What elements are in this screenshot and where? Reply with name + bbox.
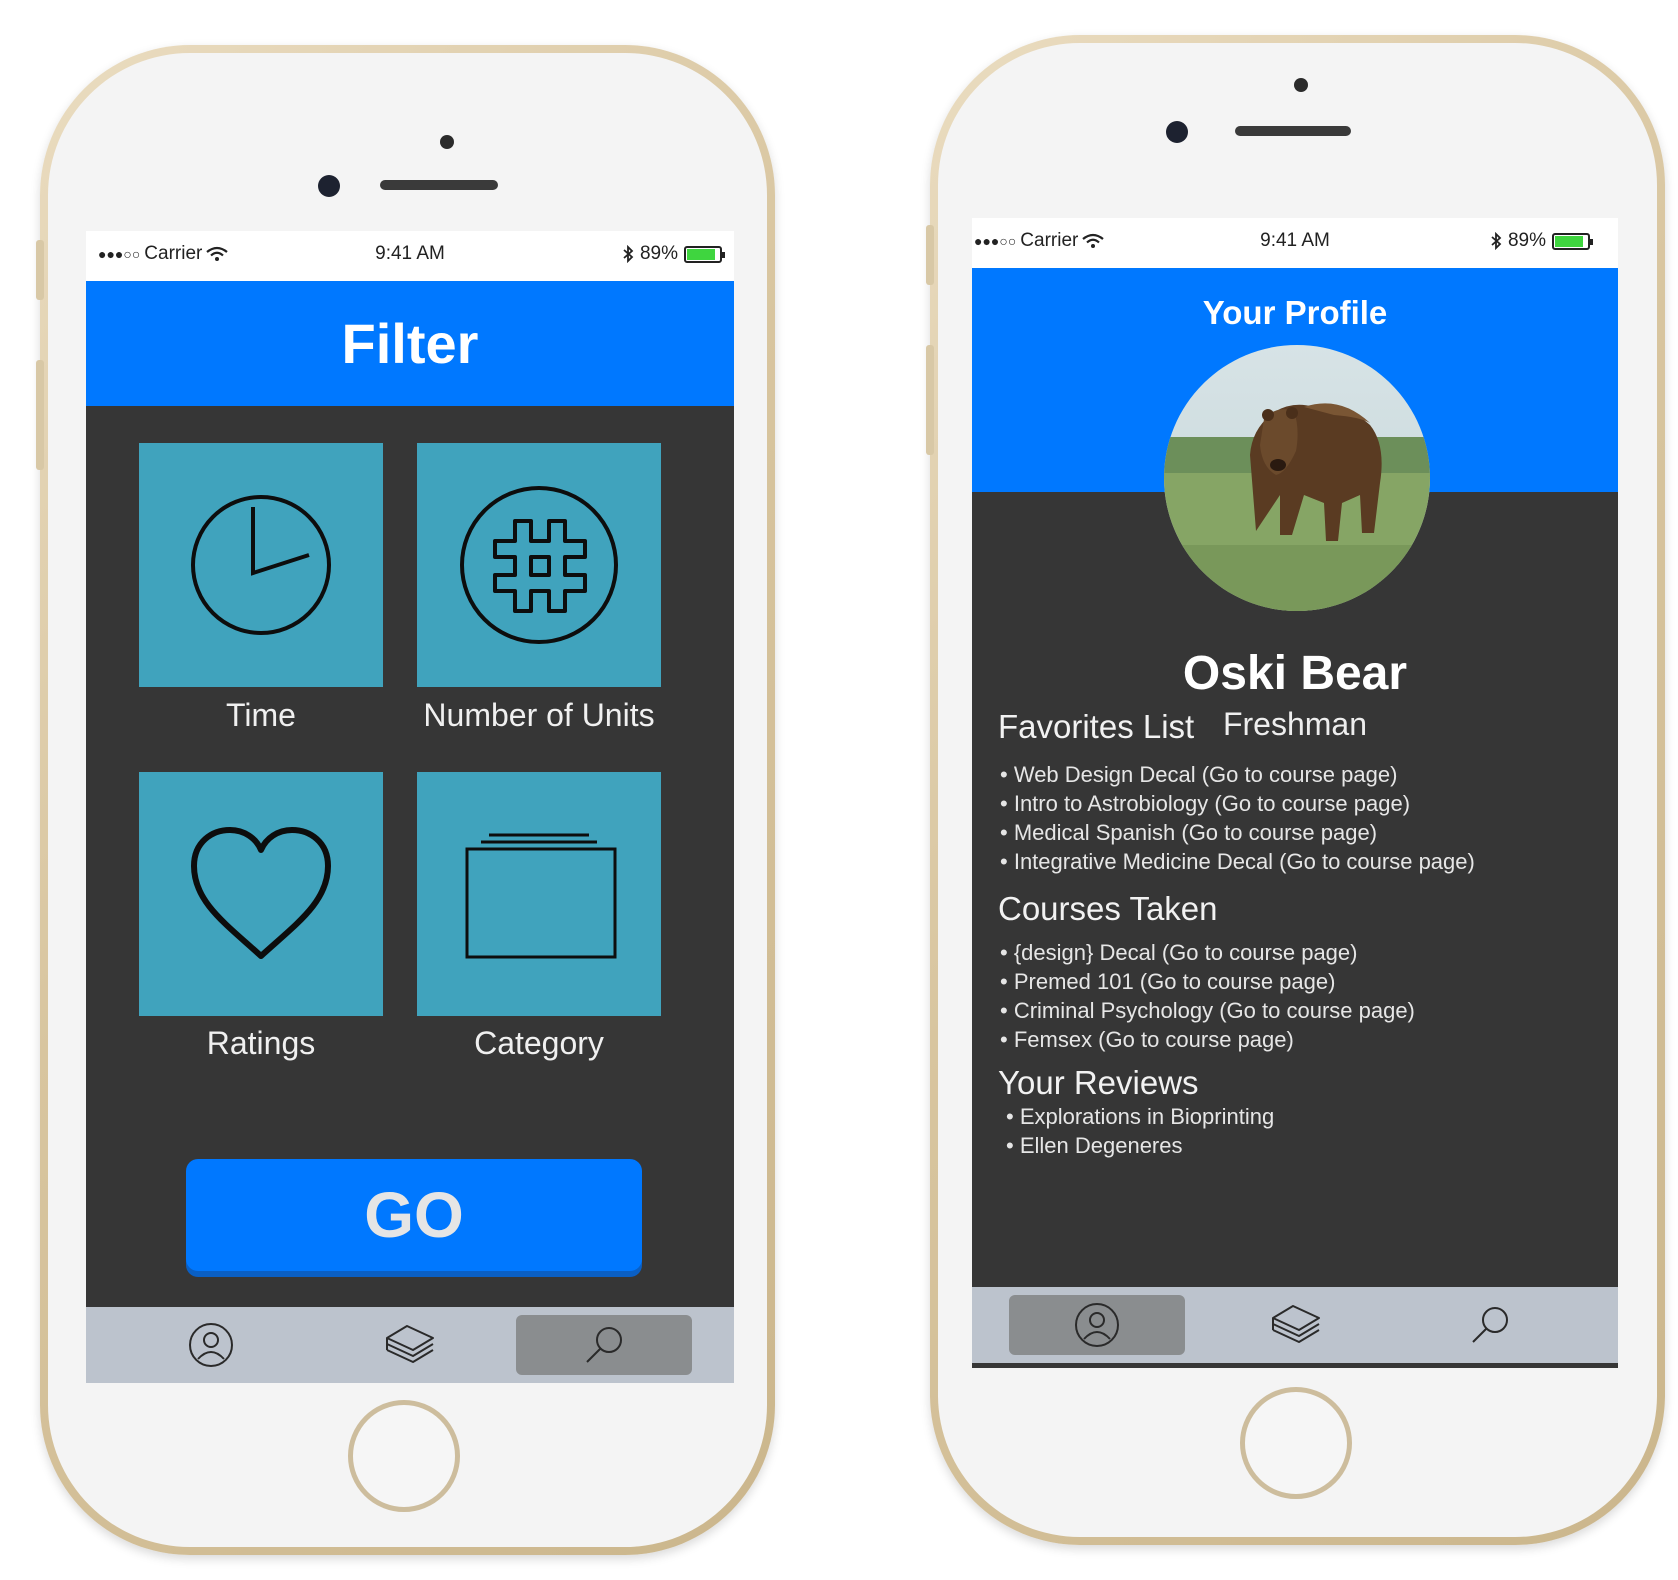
favorites-list-item[interactable]: Medical Spanish (Go to course page) [1000, 818, 1475, 847]
bear-photo [1164, 345, 1430, 611]
filter-option-ratings[interactable] [139, 772, 383, 1016]
profile-icon [189, 1323, 233, 1367]
search-icon [586, 1327, 622, 1363]
tab-search[interactable] [1402, 1295, 1578, 1355]
courses-list-item[interactable]: Femsex (Go to course page) [1000, 1025, 1415, 1054]
status-bar: ●●●○○ Carrier 9:41 AM 89% [972, 218, 1618, 268]
proximity-sensor [1294, 78, 1308, 92]
courses-list-item[interactable]: Premed 101 (Go to course page) [1000, 967, 1415, 996]
side-button [926, 345, 934, 455]
tab-profile[interactable] [123, 1315, 299, 1375]
reviews-list-item[interactable]: Explorations in Bioprinting [1006, 1102, 1274, 1131]
go-button[interactable]: GO [186, 1159, 642, 1271]
battery-icon [684, 245, 725, 263]
profile-name: Oski Bear [1182, 647, 1408, 700]
filter-option-time[interactable] [139, 443, 383, 687]
battery-percent: 89% [1507, 230, 1546, 251]
side-button [926, 225, 934, 285]
courses-list-item[interactable]: {design} Decal (Go to course page) [1000, 938, 1415, 967]
heart-icon [191, 827, 331, 959]
side-button [36, 240, 44, 300]
avatar [1164, 345, 1430, 611]
tab-profile[interactable] [1009, 1295, 1185, 1355]
courses-title: Courses Taken [998, 890, 1218, 927]
favorites-list-item[interactable]: Intro to Astrobiology (Go to course page… [1000, 789, 1475, 818]
home-button[interactable] [348, 1400, 460, 1512]
filter-option-category[interactable] [417, 772, 661, 1016]
filter-option-label: Ratings [206, 1025, 316, 1061]
favorites-list-item[interactable]: Integrative Medicine Decal (Go to course… [1000, 847, 1475, 876]
favorites-list: Web Design Decal (Go to course page) Int… [1000, 760, 1475, 876]
search-icon [1472, 1307, 1508, 1343]
profile-icon [1075, 1303, 1119, 1347]
books-icon [1272, 1305, 1320, 1343]
hashtag-icon [460, 486, 618, 644]
home-button[interactable] [1240, 1387, 1352, 1499]
earpiece-speaker [380, 180, 498, 190]
front-camera [1166, 121, 1188, 143]
filter-screen: ●●●○○ Carrier 9:41 AM 89% Filter Time Nu… [86, 231, 734, 1383]
page-title: Your Profile [1202, 294, 1388, 331]
page-title: Filter [341, 312, 479, 375]
filter-option-label: Number of Units [423, 697, 655, 733]
courses-list-item[interactable]: Criminal Psychology (Go to course page) [1000, 996, 1415, 1025]
favorites-title: Favorites List [998, 708, 1195, 745]
bluetooth-icon [1491, 232, 1502, 250]
filter-option-label: Time [226, 697, 296, 733]
proximity-sensor [440, 135, 454, 149]
courses-list: {design} Decal (Go to course page) Preme… [1000, 938, 1415, 1054]
front-camera [318, 175, 340, 197]
tab-search[interactable] [516, 1315, 692, 1375]
tab-bar [972, 1287, 1618, 1363]
reviews-list-item[interactable]: Ellen Degeneres [1006, 1131, 1274, 1160]
tab-courses[interactable] [1208, 1295, 1384, 1355]
folder-stack-icon [465, 833, 617, 959]
reviews-title: Your Reviews [998, 1064, 1199, 1101]
tab-courses[interactable] [322, 1315, 498, 1375]
filter-option-units[interactable] [417, 443, 661, 687]
clock-icon [191, 495, 331, 635]
favorites-list-item[interactable]: Web Design Decal (Go to course page) [1000, 760, 1475, 789]
side-button [36, 360, 44, 470]
battery-icon [1552, 232, 1593, 250]
earpiece-speaker [1235, 126, 1351, 136]
filter-header: Filter [86, 281, 734, 406]
reviews-list: Explorations in Bioprinting Ellen Degene… [1006, 1102, 1274, 1160]
profile-screen: ●●●○○ Carrier 9:41 AM 89% Your Profile O… [972, 218, 1618, 1368]
battery-percent: 89% [639, 243, 678, 264]
bluetooth-icon [623, 245, 634, 263]
books-icon [386, 1325, 434, 1363]
tab-bar [86, 1307, 734, 1383]
filter-option-label: Category [474, 1025, 604, 1061]
status-bar: ●●●○○ Carrier 9:41 AM 89% [86, 231, 734, 281]
